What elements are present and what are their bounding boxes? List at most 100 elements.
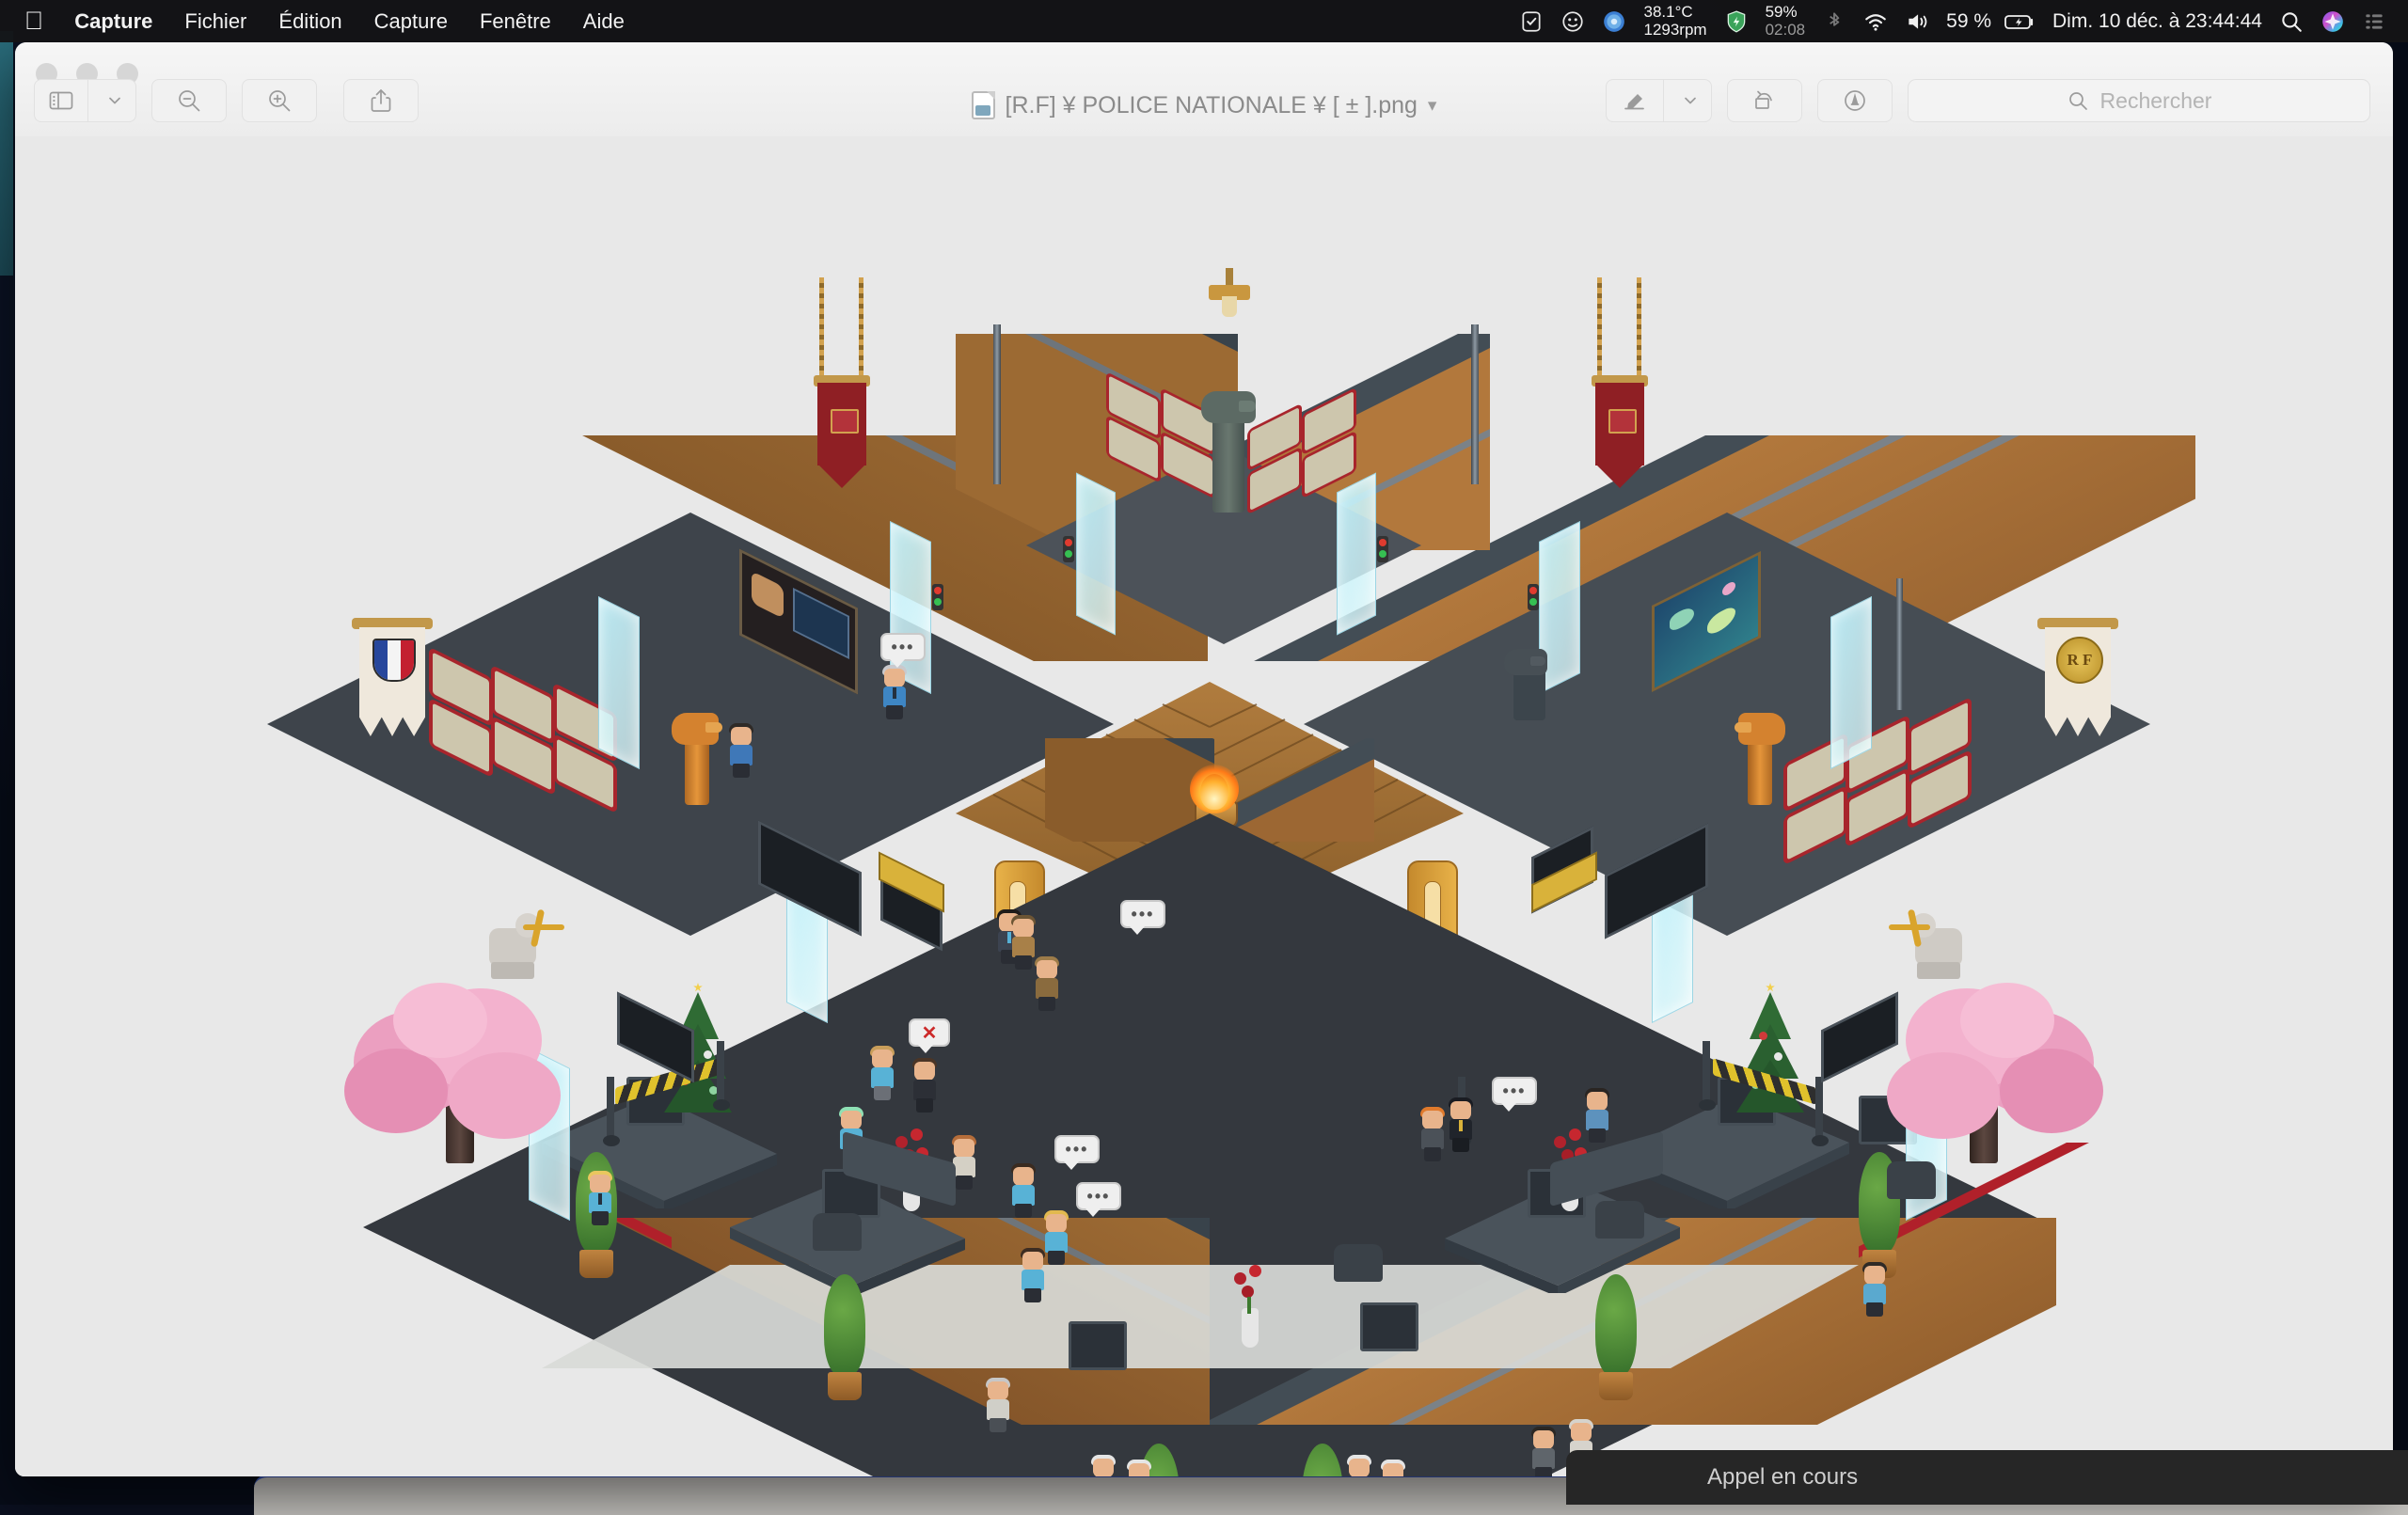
menu-item-edition[interactable]: Édition	[262, 0, 357, 42]
avatar-officer-14	[1445, 1096, 1477, 1154]
share-button[interactable]	[343, 79, 419, 122]
ceiling-chandelier	[1205, 268, 1254, 324]
menu-item-fenetre[interactable]: Fenêtre	[464, 0, 567, 42]
temperature-value: 38.1°C	[1643, 3, 1693, 22]
avatar-citizen-12	[1017, 1246, 1049, 1304]
left-red-chain-banner	[810, 277, 876, 503]
avatar-officer-2	[725, 721, 757, 780]
wifi-icon[interactable]	[1855, 0, 1896, 42]
chat-bubble-6: •••	[1492, 1077, 1537, 1112]
markup-tool-button[interactable]	[1606, 79, 1712, 122]
menu-item-capture[interactable]: Capture	[358, 0, 464, 42]
door-indicator-2	[1377, 536, 1388, 562]
avatar-guard-18	[1123, 1458, 1155, 1476]
archer-statue-right	[1887, 907, 1976, 992]
desk-monitor-6	[1360, 1302, 1418, 1351]
notification-text: Appel en cours	[1707, 1464, 1859, 1490]
left-heraldic-banner	[352, 618, 436, 759]
potted-conifer-6	[1294, 1444, 1351, 1476]
checkbox-circle-icon[interactable]	[1511, 0, 1552, 42]
glass-door-6	[1830, 595, 1872, 770]
desk-monitor-7	[1069, 1321, 1127, 1370]
volume-icon[interactable]	[1896, 0, 1938, 42]
search-placeholder: Rechercher	[2099, 87, 2212, 113]
avatar-officer-13	[1417, 1105, 1449, 1163]
chevron-down-icon[interactable]	[1670, 80, 1711, 121]
golden-dragon-statue-right	[1727, 696, 1793, 809]
battery-time-remaining: 02:08	[1765, 20, 1806, 39]
avatar-citizen-23	[1859, 1260, 1891, 1318]
dark-dragon-statue	[1497, 639, 1562, 724]
chat-bubble-3: ✕	[909, 1018, 950, 1053]
preview-window[interactable]: [R.F] ¥ POLICE NATIONALE ¥ [ ± ].png ▾ R…	[15, 42, 2393, 1476]
zoom-in-button[interactable]	[242, 79, 317, 122]
annotate-button[interactable]	[1817, 79, 1893, 122]
avatar-guard-1	[879, 663, 911, 721]
barrier-post-right	[1699, 1041, 1716, 1116]
menu-clock[interactable]: Dim. 10 déc. à 23:44:44	[2044, 0, 2271, 42]
highlighter-icon[interactable]	[1607, 80, 1664, 121]
fan-rpm-value: 1293rpm	[1643, 20, 1707, 39]
cherry-blossom-tree-left	[344, 983, 579, 1171]
search-field[interactable]: Rechercher	[1908, 79, 2370, 122]
sidebar-icon[interactable]	[35, 80, 88, 121]
avatar-guard-20	[1377, 1458, 1409, 1476]
battery-percent-label: 59 %	[1946, 9, 1992, 32]
avatar-guard-19	[1343, 1453, 1375, 1476]
menu-bar:  Capture Fichier Édition Capture Fenêtr…	[0, 0, 2408, 42]
sidebar-view-button[interactable]	[34, 79, 136, 122]
rotate-left-button[interactable]	[1727, 79, 1802, 122]
avatar-officer-10	[1007, 1161, 1039, 1220]
spotlight-search-icon[interactable]	[2271, 0, 2312, 42]
door-indicator-1	[1063, 536, 1074, 562]
right-red-chain-banner	[1588, 277, 1654, 503]
office-chair-2	[1334, 1244, 1383, 1282]
battery-detail-readout: 59% 02:08	[1757, 0, 1814, 42]
menu-item-aide[interactable]: Aide	[567, 0, 641, 42]
zoom-out-button[interactable]	[151, 79, 227, 122]
office-chair-4	[1887, 1161, 1936, 1199]
call-notification-banner[interactable]: Appel en cours	[1566, 1450, 2408, 1505]
barrier-post-left-2	[713, 1041, 730, 1116]
siri-icon[interactable]	[2312, 0, 2353, 42]
glass-door-1	[1076, 472, 1116, 636]
dragon-statue-center	[1196, 376, 1261, 517]
door-indicator-4	[932, 584, 943, 610]
avatar-guard-17	[1087, 1453, 1119, 1476]
right-heraldic-banner: R F	[2037, 618, 2122, 759]
background-window-edge[interactable]	[0, 31, 13, 276]
glass-door-3	[598, 595, 640, 770]
window-toolbar: Rechercher	[15, 74, 2393, 127]
chat-bubble-2: •••	[1120, 900, 1165, 935]
rose-vase-center	[1228, 1265, 1272, 1351]
golden-dragon-statue-left	[664, 696, 730, 809]
battery-charging-icon[interactable]	[1995, 0, 2044, 42]
menu-item-capture-app[interactable]: Capture	[58, 0, 168, 42]
chat-bubble-4: •••	[1054, 1135, 1100, 1170]
antenna-pole-left	[993, 324, 1001, 484]
window-titlebar[interactable]: [R.F] ¥ POLICE NATIONALE ¥ [ ± ].png ▾ R…	[15, 42, 2393, 137]
avatar-officer-7	[909, 1056, 941, 1114]
battery-percent-small: 59%	[1765, 3, 1798, 22]
menu-item-fichier[interactable]: Fichier	[168, 0, 262, 42]
red-baseboard-left	[361, 1218, 672, 1387]
office-chair-3	[1595, 1201, 1644, 1239]
fan-speed-icon[interactable]	[1593, 0, 1635, 42]
battery-shield-icon[interactable]	[1716, 0, 1757, 42]
antenna-pole-right	[1471, 324, 1479, 484]
bluetooth-icon[interactable]	[1814, 0, 1855, 42]
chevron-down-icon[interactable]	[94, 80, 135, 121]
habbo-room-render: R F ••• ••• ✕ ••• ••• •••	[15, 136, 2393, 1476]
theater-mask-icon[interactable]	[1552, 0, 1593, 42]
door-indicator-3	[1528, 584, 1539, 610]
image-canvas[interactable]: R F ••• ••• ✕ ••• ••• •••	[15, 136, 2393, 1476]
control-center-icon[interactable]	[2353, 0, 2395, 42]
archer-statue-left	[476, 907, 565, 992]
apple-logo-icon[interactable]: 	[15, 0, 58, 42]
avatar-citizen-6	[866, 1044, 898, 1102]
christmas-tree-right	[1736, 983, 1804, 1124]
potted-conifer-2	[816, 1274, 873, 1406]
avatar-citizen-21	[1528, 1425, 1560, 1476]
chat-bubble-1: •••	[880, 633, 926, 668]
antenna-pole-right-2	[1896, 578, 1903, 710]
